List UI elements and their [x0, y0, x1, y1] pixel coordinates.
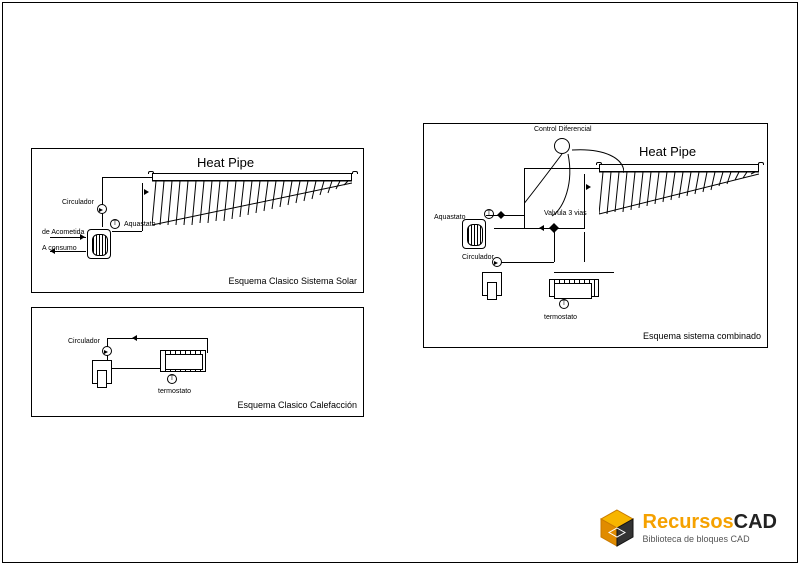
- flow-arrow-icon: [132, 335, 137, 341]
- logo-recursoscad: RecursosCAD Biblioteca de bloques CAD: [597, 508, 778, 548]
- panel-title: Esquema Clasico Sistema Solar: [228, 276, 357, 286]
- boiler-burner-icon: [487, 282, 497, 300]
- pipe: [207, 338, 208, 353]
- label-termostato: termostato: [158, 388, 191, 395]
- label-circulador: Circulador: [68, 338, 100, 345]
- heatpipe-title: Heat Pipe: [639, 144, 696, 159]
- logo-tagline: Biblioteca de bloques CAD: [643, 534, 778, 544]
- pipe: [107, 338, 207, 339]
- panel-title: Esquema Clasico Calefacción: [237, 400, 357, 410]
- label-a-consumo: A consumo: [42, 245, 77, 252]
- label-aquastato: Aquastato: [434, 214, 466, 221]
- pipe: [584, 232, 585, 262]
- sensor-termostato: T: [167, 374, 177, 384]
- pipe: [102, 177, 152, 178]
- radiator-icon: [549, 279, 599, 297]
- label-circulador: Circulador: [462, 254, 494, 261]
- pipe: [584, 174, 585, 229]
- tank-icon: [87, 229, 111, 259]
- sensor-aquastato: T: [110, 219, 120, 229]
- pipe: [524, 168, 599, 169]
- collector: [599, 164, 759, 214]
- pipe: [496, 262, 554, 263]
- label-de-acometida: de Acometida: [42, 229, 84, 236]
- pipe: [524, 168, 525, 228]
- logo-cube-icon: [597, 508, 637, 548]
- collector: [152, 173, 352, 223]
- radiator-icon: [160, 350, 206, 372]
- collector-cap: [758, 162, 764, 165]
- flow-arrow-icon: [586, 184, 591, 190]
- sensor-aquastato: T: [484, 209, 494, 219]
- pipe: [102, 177, 103, 227]
- pipe: [112, 368, 160, 369]
- pipe: [160, 363, 161, 369]
- collector-cap: [596, 162, 602, 165]
- sensor-termostato: T: [559, 299, 569, 309]
- logo-text: RecursosCAD: [643, 512, 778, 532]
- boiler-burner-icon: [97, 370, 107, 388]
- label-valvula-3-vias: Valvula 3 vias: [544, 210, 587, 217]
- flow-arrow-icon: [539, 225, 544, 231]
- pipe: [554, 232, 555, 262]
- drawing-frame: Heat Pipe T: [2, 2, 798, 563]
- pipe: [112, 231, 142, 232]
- tank-icon: [462, 219, 486, 249]
- pipe: [486, 215, 524, 216]
- panel-calefaccion: T Circulador termostato Esquema Clasico …: [31, 307, 364, 417]
- panel-combinado: Heat Pipe Control Diferencial: [423, 123, 768, 348]
- collector-outlet-cap: [352, 171, 358, 174]
- flow-arrow-icon: [144, 189, 149, 195]
- panel-title: Esquema sistema combinado: [643, 331, 761, 341]
- label-termostato: termostato: [544, 314, 577, 321]
- label-aquastato: Aquastato: [124, 221, 156, 228]
- collector-inlet-cap: [148, 171, 154, 174]
- pipe: [554, 272, 614, 273]
- label-control-diferencial: Control Diferencial: [534, 126, 592, 133]
- pump-icon: [97, 204, 107, 214]
- label-circulador: Circulador: [62, 199, 94, 206]
- pump-icon: [102, 346, 112, 356]
- panel-sistema-solar: Heat Pipe T: [31, 148, 364, 293]
- heatpipe-title: Heat Pipe: [197, 155, 254, 170]
